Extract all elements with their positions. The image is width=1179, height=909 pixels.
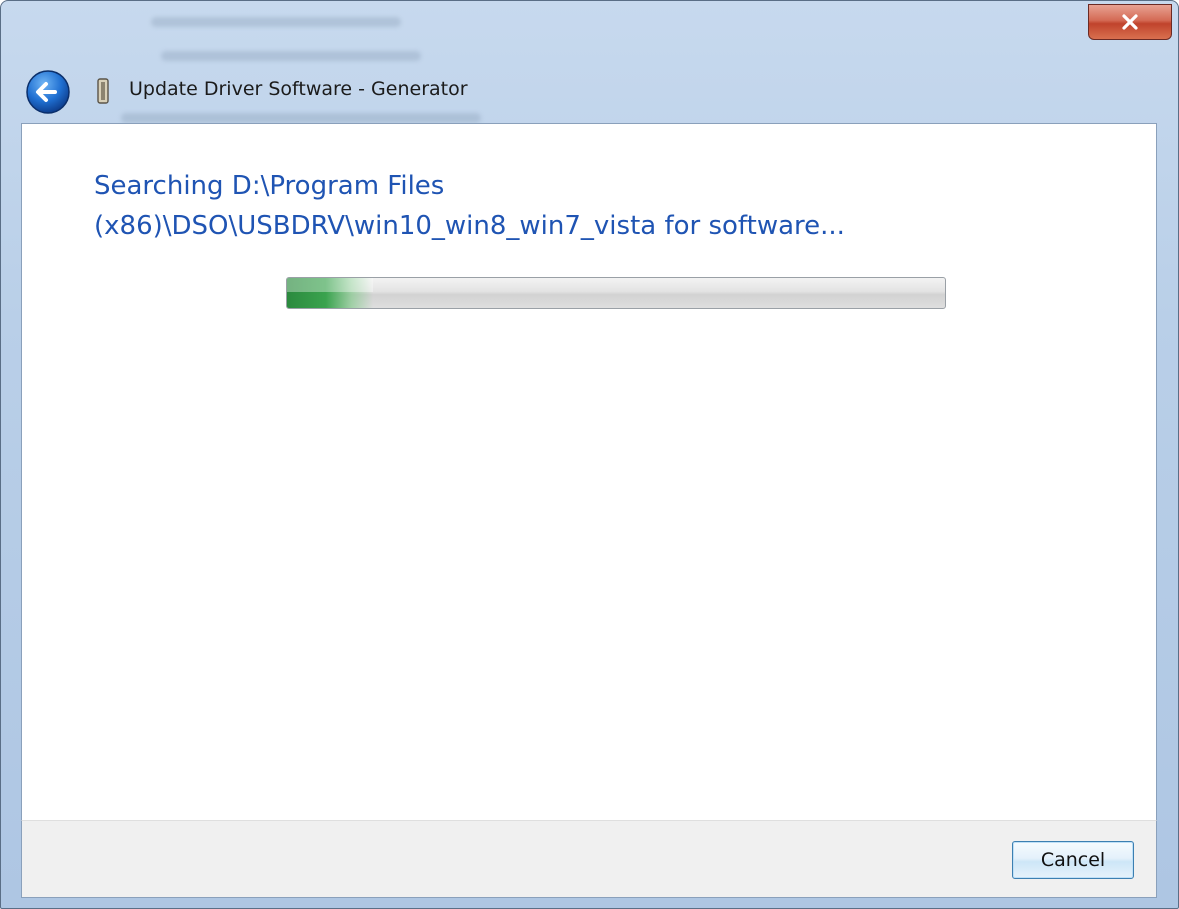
back-arrow-icon	[26, 70, 70, 114]
progress-bar	[286, 277, 946, 309]
background-blur	[151, 17, 401, 27]
title-bar: Update Driver Software - Generator	[1, 1, 1178, 123]
window-title: Update Driver Software - Generator	[129, 78, 468, 100]
close-icon	[1122, 14, 1138, 30]
status-heading: Searching D:\Program Files (x86)\DSO\USB…	[94, 166, 1094, 246]
status-heading-line2: (x86)\DSO\USBDRV\win10_win8_win7_vista f…	[94, 211, 845, 241]
button-bar: Cancel	[21, 820, 1157, 898]
device-icon	[95, 77, 111, 105]
close-button[interactable]	[1088, 4, 1172, 40]
dialog-window: Update Driver Software - Generator Searc…	[0, 0, 1179, 909]
content-panel: Searching D:\Program Files (x86)\DSO\USB…	[21, 123, 1157, 820]
background-blur	[161, 51, 421, 61]
back-button[interactable]	[25, 69, 71, 115]
progress-fill	[287, 278, 373, 308]
background-blur	[121, 113, 481, 123]
status-heading-line1: Searching D:\Program Files	[94, 171, 445, 201]
cancel-button[interactable]: Cancel	[1012, 841, 1134, 879]
